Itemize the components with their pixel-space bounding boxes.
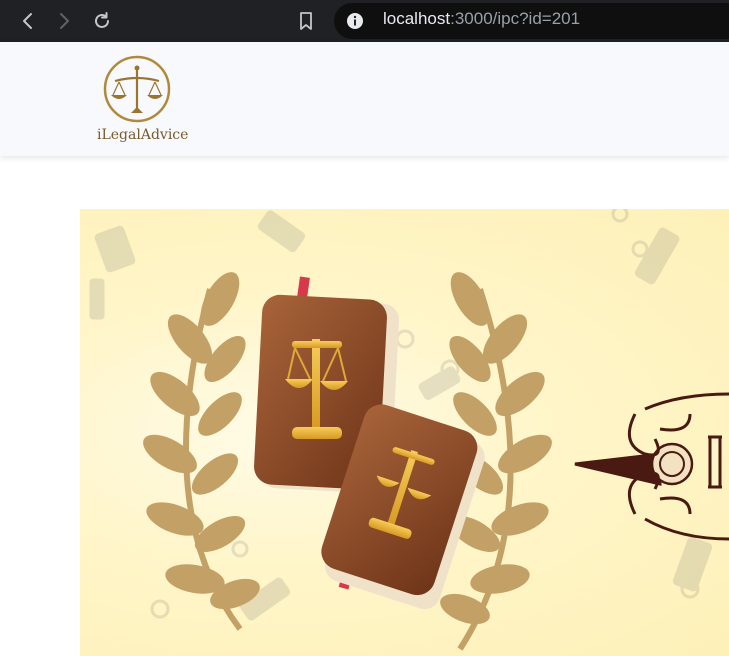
forward-icon[interactable] [52,9,76,33]
hero-banner [80,209,729,656]
ornamental-scroll [574,392,729,541]
left-laurel [143,272,260,631]
bookmark-icon[interactable] [294,9,318,33]
browser-toolbar: localhost:3000/ipc?id=201 [0,0,729,42]
brand-logo[interactable]: iLegalAdvice [97,55,189,150]
brand-name: iLegalAdvice [97,127,189,143]
back-icon[interactable] [16,9,40,33]
site-info-icon[interactable] [343,9,367,33]
url-host: localhost [383,9,451,28]
url-path: :3000/ipc?id=201 [450,9,581,28]
reload-icon[interactable] [90,9,114,33]
law-books-illustration [89,209,729,651]
url-text[interactable]: localhost:3000/ipc?id=201 [383,9,580,29]
scales-logo-icon [103,55,171,123]
site-header: iLegalAdvice [0,42,729,156]
